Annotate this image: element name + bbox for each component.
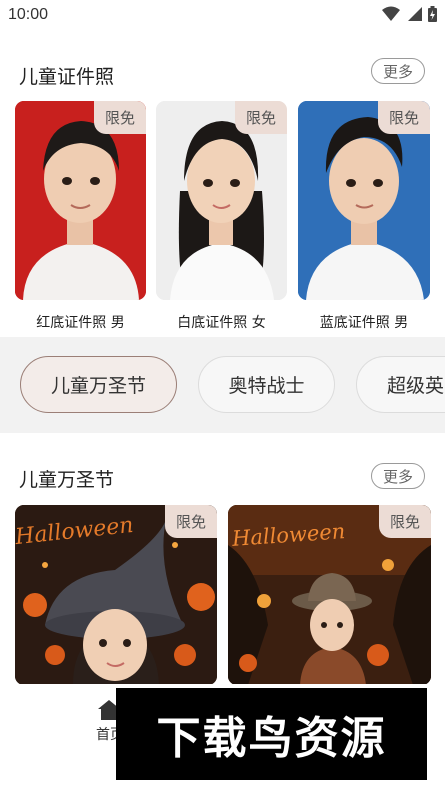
battery-icon bbox=[428, 6, 437, 22]
free-badge: 限免 bbox=[165, 505, 217, 538]
signal-icon bbox=[408, 7, 422, 21]
tab-ultra-warrior[interactable]: 奥特战士 bbox=[198, 356, 335, 413]
watermark-text: 下载鸟资源 bbox=[156, 713, 387, 764]
category-tabs: 儿童万圣节 奥特战士 超级英 bbox=[0, 337, 445, 433]
free-badge: 限免 bbox=[378, 101, 430, 134]
id-photo-card-blue[interactable]: 限免 bbox=[298, 101, 430, 300]
section-title: 儿童万圣节 bbox=[19, 469, 115, 491]
more-button[interactable]: 更多 bbox=[371, 463, 425, 489]
status-icons bbox=[382, 6, 437, 22]
id-photo-card-white[interactable]: 限免 bbox=[156, 101, 287, 300]
free-badge: 限免 bbox=[94, 101, 146, 134]
halloween-card-girl[interactable]: Halloween 限免 bbox=[15, 505, 217, 685]
status-time: 10:00 bbox=[8, 6, 49, 23]
id-photos-header: 儿童证件照 更多 bbox=[0, 58, 445, 92]
section-title: 儿童证件照 bbox=[19, 66, 115, 88]
card-label: 红底证件照 男 bbox=[36, 315, 125, 331]
halloween-card-boy[interactable]: Halloween 限免 bbox=[228, 505, 431, 685]
card-label: 白底证件照 女 bbox=[177, 315, 266, 331]
card-label: 蓝底证件照 男 bbox=[319, 315, 409, 331]
id-photo-card-red[interactable]: 限免 bbox=[15, 101, 146, 300]
status-bar: 10:00 bbox=[0, 0, 445, 32]
halloween-header: 儿童万圣节 更多 bbox=[0, 461, 445, 495]
tab-halloween[interactable]: 儿童万圣节 bbox=[20, 356, 177, 413]
free-badge: 限免 bbox=[235, 101, 287, 134]
free-badge: 限免 bbox=[379, 505, 431, 538]
wifi-icon bbox=[382, 6, 400, 21]
more-button[interactable]: 更多 bbox=[371, 58, 425, 84]
tab-superhero[interactable]: 超级英 bbox=[356, 356, 445, 413]
watermark: 下载鸟资源 bbox=[116, 688, 427, 780]
